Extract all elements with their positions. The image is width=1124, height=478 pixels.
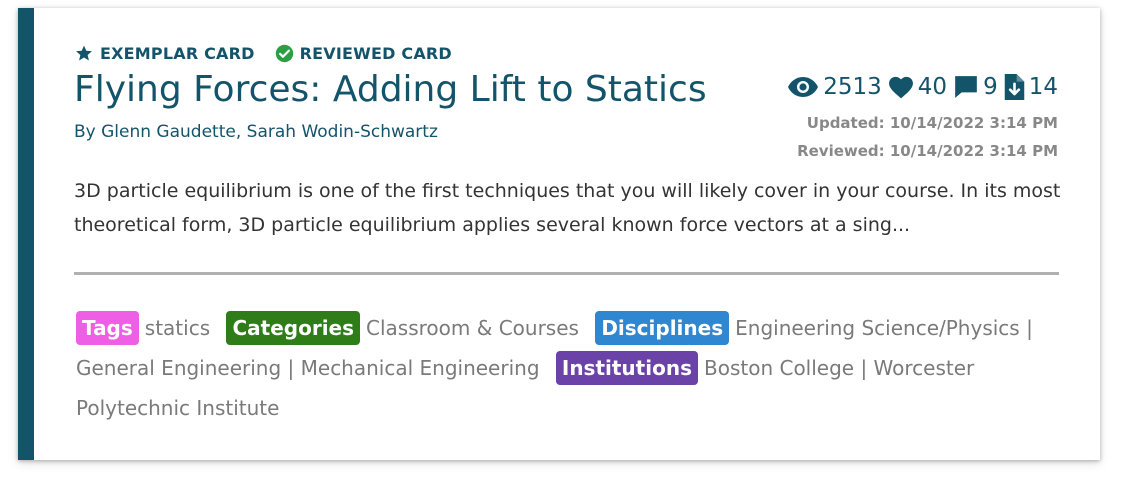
likes-count: 40 xyxy=(917,74,948,100)
reviewed-badge: REVIEWED CARD xyxy=(275,44,452,63)
star-icon xyxy=(76,45,92,61)
reviewed-date: Reviewed: 10/14/2022 3:14 PM xyxy=(797,142,1058,160)
exemplar-badge: EXEMPLAR CARD xyxy=(74,44,255,63)
comments-stat[interactable]: 9 xyxy=(953,74,998,100)
reviewed-badge-label: REVIEWED CARD xyxy=(299,44,452,63)
likes-stat[interactable]: 40 xyxy=(888,74,947,100)
institutions-label: Institutions xyxy=(555,351,698,385)
categories-label: Categories xyxy=(226,311,361,345)
card-badges: EXEMPLAR CARD REVIEWED CARD xyxy=(74,44,452,63)
card-description: 3D particle equilibrium is one of the fi… xyxy=(74,180,1061,236)
categories-value[interactable]: Classroom & Courses xyxy=(366,316,579,340)
disciplines-label: Disciplines xyxy=(595,311,730,345)
card-title[interactable]: Flying Forces: Adding Lift to Statics xyxy=(74,68,707,112)
resource-card[interactable]: EXEMPLAR CARD REVIEWED CARD Flying Force… xyxy=(18,8,1100,460)
card-authors: By Glenn Gaudette, Sarah Wodin-Schwartz xyxy=(74,122,438,142)
card-accent-bar xyxy=(18,8,34,460)
tags-label: Tags xyxy=(76,311,139,345)
exemplar-badge-label: EXEMPLAR CARD xyxy=(100,44,255,63)
updated-date: Updated: 10/14/2022 3:14 PM xyxy=(806,114,1058,132)
card-taxonomy: Tags statics Categories Classroom & Course… xyxy=(76,308,1066,428)
tags-value[interactable]: statics xyxy=(145,316,210,340)
downloads-stat[interactable]: 14 xyxy=(1004,74,1058,100)
comment-icon xyxy=(955,76,977,98)
card-stats: 2513 40 9 14 xyxy=(787,74,1058,100)
downloads-count: 14 xyxy=(1028,74,1058,100)
check-circle-icon xyxy=(275,44,293,63)
eye-icon xyxy=(788,77,819,97)
views-count: 2513 xyxy=(823,74,882,100)
comments-count: 9 xyxy=(983,74,998,100)
heart-icon xyxy=(888,76,913,99)
views-stat: 2513 xyxy=(787,74,882,100)
card-divider xyxy=(74,272,1059,275)
file-download-icon xyxy=(1004,74,1024,100)
